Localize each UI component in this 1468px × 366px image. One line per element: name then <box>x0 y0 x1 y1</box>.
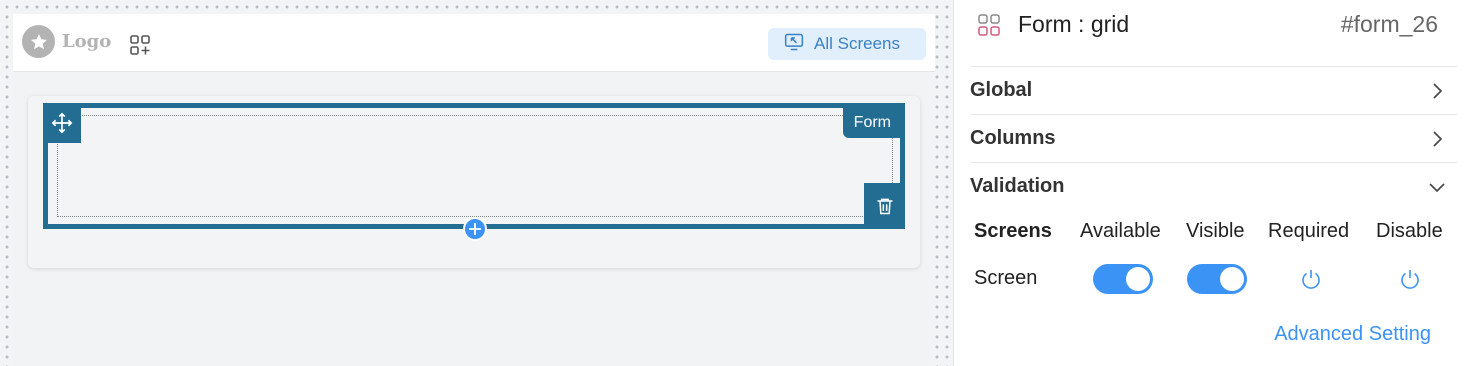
grid-plus-icon[interactable] <box>128 33 152 57</box>
section-global[interactable]: Global <box>970 66 1457 114</box>
section-title: Global <box>970 79 1033 101</box>
screen-topbar: Logo All Screens <box>13 14 935 72</box>
section-columns[interactable]: Columns <box>970 114 1457 162</box>
form-card[interactable]: Form <box>28 96 920 268</box>
form-type-tag: Form <box>842 108 902 138</box>
form-drop-zone[interactable] <box>57 115 893 217</box>
required-power-icon[interactable] <box>1299 267 1323 291</box>
grid-icon <box>977 13 1001 37</box>
toggle-knob <box>1220 267 1244 291</box>
panel-header: Form : grid #form_26 <box>954 0 1468 50</box>
column-header-available: Available <box>1080 220 1161 242</box>
plus-icon[interactable] <box>463 217 487 241</box>
panel-title: Form : grid <box>1018 11 1130 37</box>
component-id: #form_26 <box>1340 11 1438 37</box>
visible-toggle[interactable] <box>1187 264 1247 294</box>
section-title: Columns <box>970 127 1056 149</box>
section-validation[interactable]: Validation <box>970 162 1457 210</box>
form-block[interactable]: Form <box>43 103 905 241</box>
move-arrows-icon[interactable] <box>43 103 81 143</box>
advanced-setting-link[interactable]: Advanced Setting <box>1274 323 1431 346</box>
star-icon <box>22 25 55 58</box>
column-header-required: Required <box>1268 220 1350 242</box>
column-header-visible: Visible <box>1186 220 1245 242</box>
column-header-disable: Disable <box>1376 220 1443 242</box>
screen-cursor-icon <box>784 32 804 57</box>
available-toggle[interactable] <box>1093 264 1153 294</box>
toggle-knob <box>1126 267 1150 291</box>
logo: Logo <box>22 25 111 58</box>
editor-canvas: Logo All Screens Form <box>0 0 953 366</box>
row-screen-name: Screen <box>974 267 1038 289</box>
chevron-right-icon <box>1427 129 1447 149</box>
all-screens-button[interactable]: All Screens <box>768 28 926 60</box>
column-header-screens: Screens <box>974 220 1052 242</box>
trash-icon[interactable] <box>864 183 905 229</box>
chevron-right-icon <box>1427 81 1447 101</box>
section-title: Validation <box>970 175 1065 197</box>
logo-text: Logo <box>62 31 112 52</box>
all-screens-label: All Screens <box>814 34 900 53</box>
properties-panel: Form : grid #form_26 Global Columns Vali… <box>953 0 1468 366</box>
chevron-down-icon <box>1427 177 1447 197</box>
disable-power-icon[interactable] <box>1398 267 1422 291</box>
screen-preview: Logo All Screens Form <box>13 14 935 366</box>
